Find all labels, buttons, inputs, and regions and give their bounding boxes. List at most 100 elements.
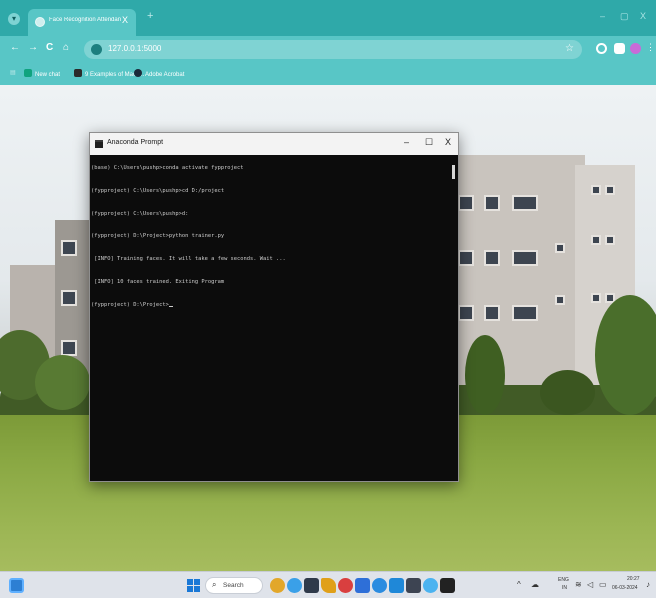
terminal-maximize-button[interactable]: ☐ — [425, 137, 433, 148]
taskbar-chrome-profile-icon[interactable] — [423, 578, 438, 593]
sidebar-icon[interactable] — [614, 43, 625, 54]
building-window — [484, 305, 500, 321]
start-button-windows-icon[interactable] — [187, 579, 200, 592]
menu-kebab-icon[interactable]: ⋮ — [646, 42, 655, 53]
taskbar-people-icon[interactable] — [270, 578, 285, 593]
building-window — [61, 290, 77, 306]
text-cursor — [168, 305, 173, 307]
clock-date[interactable]: 06-03-2024 — [612, 585, 638, 591]
tab-favicon-icon — [35, 17, 45, 27]
address-bar[interactable]: 127.0.0.1:5000 ☆ — [84, 40, 582, 59]
building-window — [605, 235, 615, 245]
taskbar: ⌕ Search ^ ☁ ENG IN ≋ ◁ ▭ 20:27 06-03-20… — [0, 571, 656, 598]
terminal-title-bar[interactable]: Anaconda Prompt – ☐ X — [90, 133, 458, 155]
taskbar-chrome-icon[interactable] — [338, 578, 353, 593]
bookmark-new-chat[interactable]: New chat — [24, 69, 60, 78]
forward-button[interactable]: → — [28, 42, 38, 53]
terminal-icon — [95, 140, 103, 148]
bookmark-star-icon[interactable]: ☆ — [565, 43, 574, 54]
building-window — [484, 250, 500, 266]
bookmark-label: New chat — [35, 72, 61, 78]
site-info-icon[interactable] — [91, 44, 102, 55]
tree — [540, 370, 595, 415]
widgets-icon[interactable] — [9, 578, 24, 593]
tab-close-button[interactable]: X — [122, 15, 128, 25]
notifications-bell-icon[interactable]: ♪ — [646, 580, 650, 589]
extensions-icon[interactable] — [596, 43, 607, 54]
terminal-close-button[interactable]: X — [445, 137, 451, 147]
bookmark-adobe-acrobat[interactable]: Adobe Acrobat — [134, 69, 184, 78]
minimize-button[interactable]: – — [600, 11, 605, 21]
taskbar-folder-icon[interactable] — [321, 578, 336, 593]
terminal-line: (base) C:\Users\pushp>conda activate fyp… — [91, 165, 244, 171]
terminal-line: [INFO] Training faces. It will take a fe… — [91, 256, 286, 263]
tray-overflow-chevron[interactable]: ^ — [517, 580, 521, 589]
browser-tab[interactable]: Face Recognition Attendance S X — [28, 9, 136, 36]
search-icon: ⌕ — [212, 580, 217, 589]
address-url[interactable]: 127.0.0.1:5000 — [108, 44, 161, 53]
tree — [35, 355, 90, 410]
building-window — [512, 305, 538, 321]
new-tab-button[interactable]: + — [147, 10, 153, 22]
building-main — [440, 155, 585, 400]
building-window — [61, 340, 77, 356]
taskbar-vscode-icon[interactable] — [389, 578, 404, 593]
building-window — [591, 293, 601, 303]
close-window-button[interactable]: X — [640, 11, 646, 21]
chatgpt-icon — [24, 69, 32, 77]
taskbar-anaconda-prompt-icon[interactable] — [440, 578, 455, 593]
taskbar-file-explorer-icon[interactable] — [304, 578, 319, 593]
terminal-title: Anaconda Prompt — [107, 139, 164, 146]
battery-icon[interactable]: ▭ — [599, 580, 607, 589]
home-button[interactable]: ⌂ — [63, 42, 69, 53]
terminal-scrollbar[interactable] — [451, 155, 458, 481]
tree — [595, 295, 656, 415]
terminal-line: (fypproject) D:\Project>python trainer.p… — [91, 233, 225, 240]
terminal-scrollbar-thumb[interactable] — [452, 165, 455, 179]
bookmarks-bar: ▤ New chat 9 Examples of Mach... Adobe A… — [0, 63, 656, 85]
building-window — [591, 185, 601, 195]
building-window — [605, 185, 615, 195]
taskbar-edge-icon[interactable] — [372, 578, 387, 593]
building-window — [458, 195, 474, 211]
back-button[interactable]: ← — [10, 42, 20, 53]
building-window — [458, 305, 474, 321]
browser-toolbar: ← → C ⌂ 127.0.0.1:5000 ☆ ⋮ — [0, 36, 656, 63]
terminal-output[interactable]: (base) C:\Users\pushp>conda activate fyp… — [90, 155, 452, 481]
tab-search-icon[interactable]: ▾ — [8, 13, 20, 25]
tree — [465, 335, 505, 415]
taskbar-word-icon[interactable] — [355, 578, 370, 593]
building-window — [512, 250, 538, 266]
terminal-prompt: (fypproject) D:\Project> — [91, 301, 169, 308]
terminal-minimize-button[interactable]: – — [404, 137, 409, 147]
tray-network-drive-icon[interactable]: ☁ — [531, 580, 539, 589]
clock-time[interactable]: 20:27 — [627, 576, 640, 582]
wifi-icon[interactable]: ≋ — [575, 580, 582, 589]
bookmark-apps-icon[interactable]: ▤ — [10, 69, 16, 76]
building-window — [555, 243, 565, 253]
building-window — [591, 235, 601, 245]
browser-tab-bar: ▾ Face Recognition Attendance S X + – ▢ … — [0, 0, 656, 36]
taskbar-copilot-icon[interactable] — [287, 578, 302, 593]
building-window — [61, 240, 77, 256]
anaconda-prompt-window[interactable]: Anaconda Prompt – ☐ X (base) C:\Users\pu… — [89, 132, 459, 482]
taskbar-terminal-icon[interactable] — [406, 578, 421, 593]
bookmark-label: Adobe Acrobat — [145, 72, 185, 78]
maximize-button[interactable]: ▢ — [620, 11, 629, 22]
building-window — [555, 295, 565, 305]
building-window — [512, 195, 538, 211]
bookmark-doc-icon — [74, 69, 82, 77]
language-indicator-top[interactable]: ENG — [558, 577, 569, 583]
reload-button[interactable]: C — [46, 42, 53, 53]
language-indicator-bottom[interactable]: IN — [562, 585, 567, 591]
terminal-line: (fypproject) C:\Users\pushp>d: — [91, 210, 189, 217]
tab-title: Face Recognition Attendance S — [49, 17, 121, 23]
terminal-line: (fypproject) C:\Users\pushp>cd D:/projec… — [91, 187, 225, 194]
profile-avatar-icon[interactable] — [630, 43, 641, 54]
acrobat-icon — [134, 69, 142, 77]
building-window — [484, 195, 500, 211]
terminal-prompt-line[interactable]: (fypproject) D:\Project> — [91, 302, 452, 325]
terminal-line: [INFO] 10 faces trained. Exiting Program — [91, 278, 225, 285]
taskbar-search-box[interactable]: ⌕ Search — [205, 577, 263, 594]
volume-icon[interactable]: ◁ — [587, 580, 593, 589]
